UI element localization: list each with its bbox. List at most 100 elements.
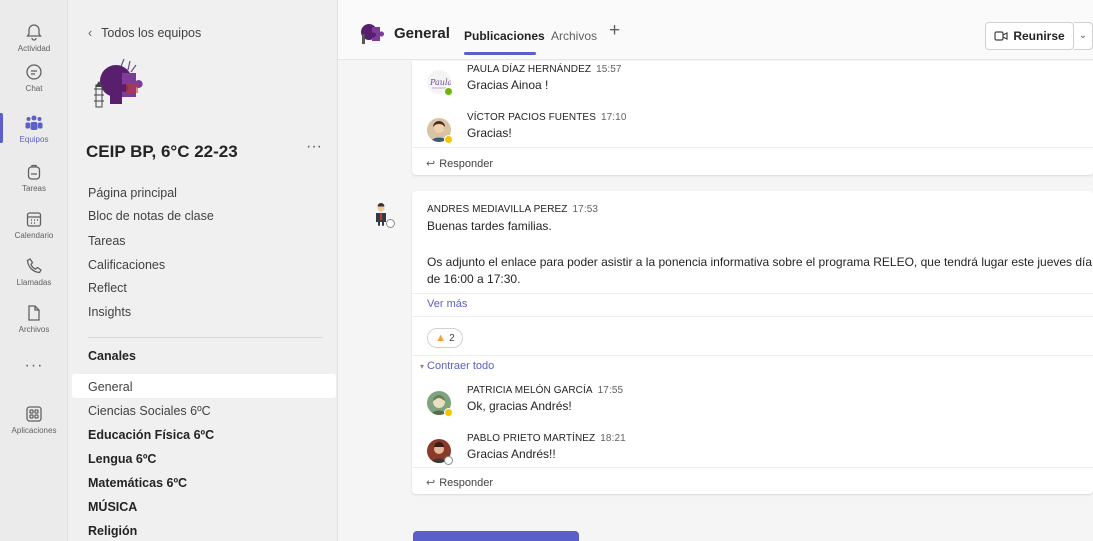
avatar[interactable] <box>427 118 453 144</box>
channel-religion[interactable]: Religión <box>88 524 137 538</box>
rail-label: Equipos <box>19 134 49 144</box>
bell-icon <box>26 23 42 41</box>
thread-card: Paula PAULA DÍAZ HERNÁNDEZ 15:57 Gracias … <box>412 61 1093 175</box>
divider <box>412 316 1093 317</box>
presence-away-icon <box>444 408 453 417</box>
collapse-all-link[interactable]: ▾ Contraer todo <box>420 360 494 372</box>
reply-author: PAULA DÍAZ HERNÁNDEZ 15:57 <box>467 64 622 75</box>
thumbs-up-icon: ▲ <box>435 332 447 344</box>
tab-publicaciones[interactable]: Publicaciones <box>464 29 545 43</box>
post-greeting: Buenas tardes familias. <box>427 219 552 233</box>
presence-away-icon <box>444 135 453 144</box>
rail-item-calendar[interactable]: Calendario <box>0 199 68 249</box>
presence-offline-icon <box>386 219 395 228</box>
nav-grades[interactable]: Calificaciones <box>88 258 165 272</box>
team-logo <box>94 58 143 108</box>
post-body-line: Os adjunto el enlace para poder asistir … <box>427 255 1093 269</box>
back-to-all-teams[interactable]: ‹ Todos los equipos <box>88 26 201 40</box>
reply-button[interactable]: ↩ Responder <box>426 157 493 170</box>
channel-header: General Publicaciones Archivos + Reunirs… <box>338 0 1093 60</box>
rail-item-apps[interactable]: Aplicaciones <box>0 394 68 444</box>
nav-home[interactable]: Página principal <box>88 186 177 200</box>
active-tab-indicator <box>464 52 536 55</box>
channel-ciencias-sociales[interactable]: Ciencias Sociales 6ºC <box>88 404 211 418</box>
reply-time: 17:55 <box>597 385 624 396</box>
post-author: ANDRES MEDIAVILLA PEREZ 17:53 <box>427 204 599 215</box>
channels-heading: Canales <box>88 349 136 363</box>
posts-feed: Paula PAULA DÍAZ HERNÁNDEZ 15:57 Gracias … <box>338 61 1093 541</box>
more-apps-icon[interactable]: ··· <box>0 357 68 375</box>
nav-insights[interactable]: Insights <box>88 305 131 319</box>
reply-author: PABLO PRIETO MARTÍNEZ 18:21 <box>467 433 626 444</box>
teams-icon <box>25 115 43 130</box>
avatar[interactable] <box>427 391 453 417</box>
reply-arrow-icon: ↩ <box>426 158 436 170</box>
rail-label: Chat <box>25 83 43 93</box>
rail-label: Aplicaciones <box>11 425 57 435</box>
channel-general[interactable]: General <box>88 380 132 394</box>
meet-button[interactable]: Reunirse <box>985 22 1074 50</box>
divider <box>412 355 1093 356</box>
channel-musica[interactable]: MÚSICA <box>88 500 137 514</box>
add-tab-icon[interactable]: + <box>609 20 620 42</box>
tab-archivos[interactable]: Archivos <box>551 29 597 43</box>
reply-text: Gracias Ainoa ! <box>467 78 549 92</box>
divider <box>412 467 1093 468</box>
team-name: CEIP BP, 6°C 22-23 <box>86 142 238 161</box>
divider <box>412 147 1093 148</box>
reply-text: Gracias Andrés!! <box>467 447 556 461</box>
presence-available-icon <box>444 87 453 96</box>
channel-educacion-fisica[interactable]: Educación Física 6ºC <box>88 428 214 442</box>
phone-icon <box>26 257 42 273</box>
meet-label: Reunirse <box>1013 29 1065 43</box>
rail-label: Calendario <box>14 230 54 240</box>
nav-reflect[interactable]: Reflect <box>88 281 127 295</box>
reply-text: Ok, gracias Andrés! <box>467 399 572 413</box>
video-camera-icon <box>994 31 1008 41</box>
channel-lengua[interactable]: Lengua 6ºC <box>88 452 156 466</box>
see-more-link[interactable]: Ver más <box>427 298 467 310</box>
reply-time: 17:10 <box>600 112 627 123</box>
rail-item-assignments[interactable]: Tareas <box>0 152 68 202</box>
avatar[interactable]: Paula <box>427 70 453 96</box>
post-card: ANDRES MEDIAVILLA PEREZ 17:53 Buenas tard… <box>412 191 1093 494</box>
post-author-avatar[interactable] <box>369 202 395 228</box>
reply-button[interactable]: ↩ Responder <box>426 476 493 489</box>
post-body-line: de 16:00 a 17:30. <box>427 272 521 286</box>
meet-dropdown-chevron-icon[interactable]: ⌄ <box>1074 22 1093 50</box>
app-rail: Actividad Chat Equipos Tareas Calendario… <box>0 0 68 541</box>
channel-title: General <box>394 25 450 42</box>
nav-class-notebook[interactable]: Bloc de notas de clase <box>88 209 214 223</box>
rail-item-files[interactable]: Archivos <box>0 293 68 343</box>
channel-team-icon <box>361 24 384 44</box>
new-conversation-button[interactable] <box>413 531 579 541</box>
like-reaction[interactable]: ▲ 2 <box>427 328 463 348</box>
apps-icon <box>26 405 42 422</box>
presence-offline-icon <box>444 456 453 465</box>
file-icon <box>28 304 40 321</box>
calendar-icon <box>26 211 42 227</box>
post-time: 17:53 <box>572 204 599 215</box>
rail-label: Archivos <box>18 324 50 334</box>
rail-label: Llamadas <box>16 277 52 287</box>
reply-author: PATRICIA MELÓN GARCÍA 17:55 <box>467 385 624 396</box>
svg-text:Paula: Paula <box>429 78 451 87</box>
chat-icon <box>26 63 42 80</box>
divider <box>88 337 322 338</box>
team-more-options-icon[interactable]: ··· <box>306 138 322 156</box>
reaction-count: 2 <box>449 332 455 344</box>
reply-time: 15:57 <box>596 64 622 75</box>
nav-assignments[interactable]: Tareas <box>88 234 126 248</box>
backpack-icon <box>27 164 41 180</box>
rail-label: Tareas <box>21 183 46 193</box>
caret-down-icon: ▾ <box>420 362 425 371</box>
rail-item-calls[interactable]: Llamadas <box>0 246 68 296</box>
avatar[interactable] <box>427 439 453 465</box>
chevron-left-icon: ‹ <box>88 26 93 40</box>
reply-time: 18:21 <box>600 433 626 444</box>
rail-item-chat[interactable]: Chat <box>0 52 68 102</box>
rail-item-teams[interactable]: Equipos <box>0 103 68 153</box>
divider <box>412 293 1093 294</box>
back-label: Todos los equipos <box>101 26 202 40</box>
channel-matematicas[interactable]: Matemáticas 6ºC <box>88 476 187 490</box>
